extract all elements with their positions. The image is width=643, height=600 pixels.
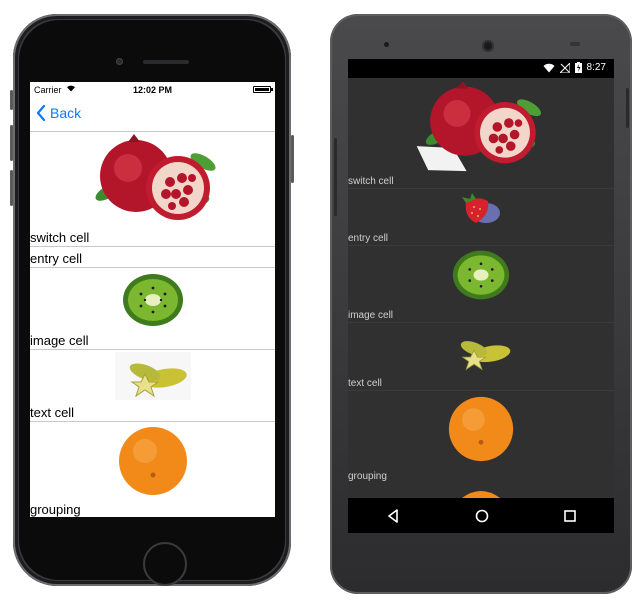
recents-icon[interactable]	[564, 509, 577, 522]
cell-label: entry cell	[30, 251, 83, 266]
iphone-volume-down	[10, 170, 13, 206]
status-time: 8:27	[586, 62, 606, 73]
android-cell-switch[interactable]: switch cell	[348, 78, 614, 189]
iphone-volume-up	[10, 125, 13, 161]
ios-screen: Carrier 12:02 PM Back switch cell entry …	[30, 82, 275, 517]
cell-label: switch cell	[30, 230, 90, 245]
android-power-button	[626, 88, 629, 128]
chevron-left-icon	[36, 105, 46, 121]
android-front-camera	[482, 40, 494, 52]
android-cell-partial[interactable]	[348, 483, 614, 498]
battery-charging-icon	[574, 62, 582, 73]
android-cell-entry[interactable]: entry cell	[348, 189, 614, 246]
kiwi-image	[452, 250, 510, 300]
android-cell-list[interactable]: switch cell entry cell image cell text c…	[348, 78, 614, 498]
iphone-speaker	[143, 60, 189, 64]
ios-cell-grouping[interactable]: grouping	[30, 422, 275, 517]
pomegranate-image	[95, 134, 215, 220]
strawberry-image	[462, 193, 500, 223]
cell-label: switch cell	[348, 176, 394, 187]
orange-image	[448, 396, 514, 462]
carambola-image	[460, 341, 511, 371]
back-button-label: Back	[50, 105, 82, 121]
back-icon[interactable]	[386, 508, 400, 523]
wifi-icon	[543, 63, 555, 72]
kiwi-image	[122, 274, 183, 326]
android-sensor	[384, 42, 389, 47]
cell-label: text cell	[348, 378, 382, 389]
android-status-bar: 8:27	[348, 59, 614, 78]
android-cell-grouping[interactable]: grouping	[348, 391, 614, 483]
android-volume-rocker	[334, 138, 337, 216]
cell-label: image cell	[30, 333, 89, 348]
carambola-image	[114, 352, 191, 400]
android-navigation-bar	[348, 498, 614, 533]
ios-navigation-bar: Back	[30, 98, 275, 132]
iphone-home-button[interactable]	[143, 542, 187, 586]
home-icon[interactable]	[475, 509, 489, 523]
orange-image	[118, 427, 187, 495]
iphone-mute-switch	[10, 90, 13, 110]
orange-image	[461, 491, 501, 498]
android-led	[570, 42, 580, 46]
android-cell-text[interactable]: text cell	[348, 323, 614, 391]
ios-cell-entry[interactable]: entry cell	[30, 247, 275, 268]
back-button[interactable]: Back	[36, 105, 81, 121]
android-screen: 8:27 switch cell entry cell image cell t…	[348, 59, 614, 533]
ios-cell-text[interactable]: text cell	[30, 350, 275, 422]
status-time: 12:02 PM	[132, 85, 173, 95]
ios-cell-image[interactable]: image cell	[30, 268, 275, 350]
cell-label: grouping	[30, 502, 81, 517]
no-signal-icon	[559, 62, 570, 73]
battery-icon	[253, 86, 273, 93]
cell-label: entry cell	[348, 233, 389, 244]
iphone-power-button	[291, 135, 294, 183]
ios-status-bar: Carrier 12:02 PM	[30, 82, 275, 98]
ios-cell-switch[interactable]: switch cell	[30, 132, 275, 247]
iphone-front-camera	[116, 58, 123, 65]
cell-label: grouping	[348, 471, 387, 482]
cell-label: text cell	[30, 405, 75, 420]
pomegranate-image	[416, 80, 541, 172]
cell-label: image cell	[348, 310, 394, 321]
android-cell-image[interactable]: image cell	[348, 246, 614, 323]
